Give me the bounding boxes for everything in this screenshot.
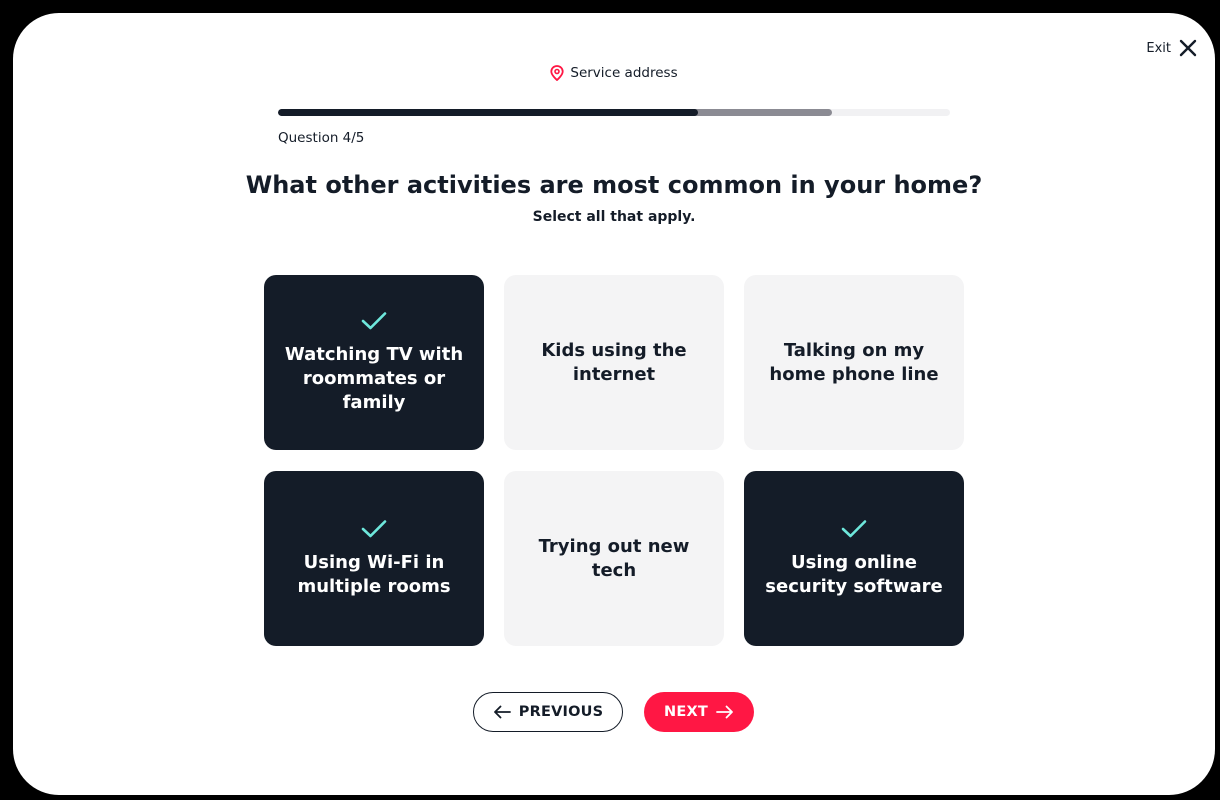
options-grid: Watching TV with roommates or family Kid… — [264, 275, 964, 646]
option-card[interactable]: Kids using the internet — [504, 275, 724, 450]
progress-completed-segment — [278, 109, 698, 116]
map-pin-icon — [550, 65, 564, 81]
next-button[interactable]: NEXT — [644, 692, 754, 732]
option-label: Using online security software — [765, 551, 943, 597]
question-title: What other activities are most common in… — [245, 171, 983, 199]
previous-button[interactable]: PREVIOUS — [473, 692, 623, 732]
service-address: Service address — [13, 65, 1215, 81]
close-icon — [1179, 39, 1197, 57]
option-label: Watching TV with roommates or family — [284, 343, 464, 413]
previous-label: PREVIOUS — [518, 704, 604, 720]
question-subtitle: Select all that apply. — [532, 209, 696, 225]
option-label: Using Wi-Fi in multiple rooms — [297, 551, 451, 597]
exit-label: Exit — [1146, 40, 1171, 56]
check-icon — [361, 311, 387, 335]
option-label: Kids using the internet — [541, 339, 687, 385]
check-icon — [841, 519, 867, 543]
option-card[interactable]: Watching TV with roommates or family — [264, 275, 484, 450]
option-card[interactable]: Using online security software — [744, 471, 964, 646]
option-label: Talking on my home phone line — [769, 339, 939, 385]
option-card[interactable]: Talking on my home phone line — [744, 275, 964, 450]
service-address-label: Service address — [570, 65, 678, 81]
progress-bar — [278, 109, 950, 116]
question-counter: Question 4/5 — [278, 130, 365, 146]
quiz-modal: Exit Service address Question 4/5 What o… — [13, 13, 1215, 795]
exit-button[interactable]: Exit — [1146, 39, 1197, 57]
arrow-left-icon — [493, 705, 511, 719]
check-icon — [361, 519, 387, 543]
next-label: NEXT — [664, 704, 708, 720]
option-card[interactable]: Using Wi-Fi in multiple rooms — [264, 471, 484, 646]
option-card[interactable]: Trying out new tech — [504, 471, 724, 646]
arrow-right-icon — [716, 705, 734, 719]
option-label: Trying out new tech — [538, 535, 690, 581]
